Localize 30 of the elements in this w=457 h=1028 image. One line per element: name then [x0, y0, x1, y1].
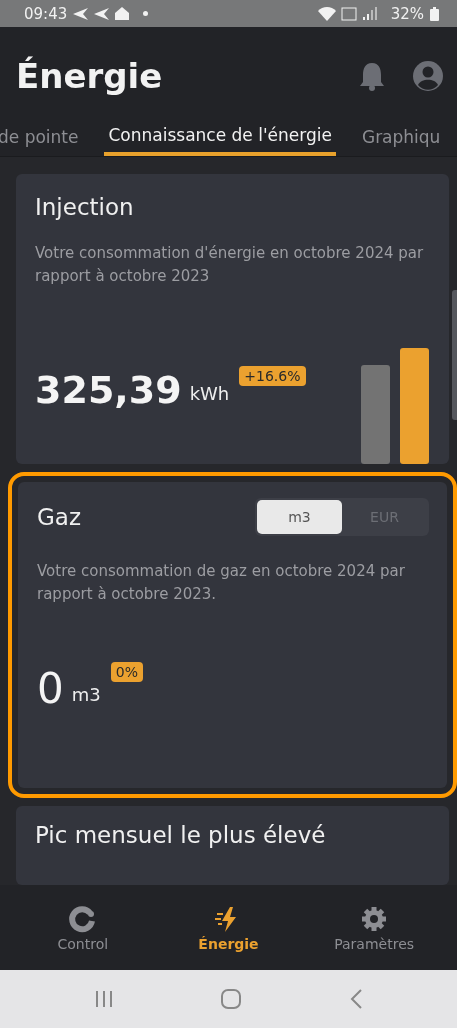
gas-value: 0: [37, 664, 64, 714]
card-title: Injection: [35, 194, 135, 220]
battery-level: 32%: [390, 4, 424, 23]
nav-item[interactable]: Control: [22, 902, 143, 953]
unit-label: kWh: [189, 383, 230, 405]
energy-value: 325,39: [35, 368, 182, 413]
battery-icon: [430, 6, 439, 21]
change-badge: +16.6%: [239, 366, 306, 387]
send-icon: [73, 6, 89, 21]
page-title: Énergie: [16, 55, 164, 96]
nav-item[interactable]: Énergie: [168, 902, 289, 953]
profile-icon[interactable]: [413, 60, 443, 91]
notification-bell-icon[interactable]: [359, 60, 385, 91]
status-time: 09:43: [24, 4, 68, 23]
send-icon: [94, 6, 110, 21]
unit-option[interactable]: m3: [257, 500, 342, 535]
card-description: Votre consommation d'énergie en octobre 2024 par rapport à octobre 2023: [35, 243, 425, 287]
card-description: Votre consommation de gaz en octobre 2024 par rapport à octobre 2023.: [37, 561, 406, 606]
unit-label: m3: [71, 684, 101, 706]
house-icon: [115, 7, 130, 20]
dot-icon: [143, 11, 149, 16]
card-title: Pic mensuel le plus élevé: [35, 822, 327, 849]
recent-apps-icon[interactable]: [93, 989, 114, 1009]
home-icon[interactable]: [221, 989, 242, 1009]
tab[interactable]: Graphiqu: [361, 118, 441, 156]
nav-item[interactable]: Paramètres: [314, 902, 435, 953]
back-icon[interactable]: [349, 989, 364, 1009]
change-badge: 0%: [110, 662, 143, 683]
card-title: Gaz: [37, 504, 81, 531]
circular-arrow-icon: [67, 903, 98, 934]
